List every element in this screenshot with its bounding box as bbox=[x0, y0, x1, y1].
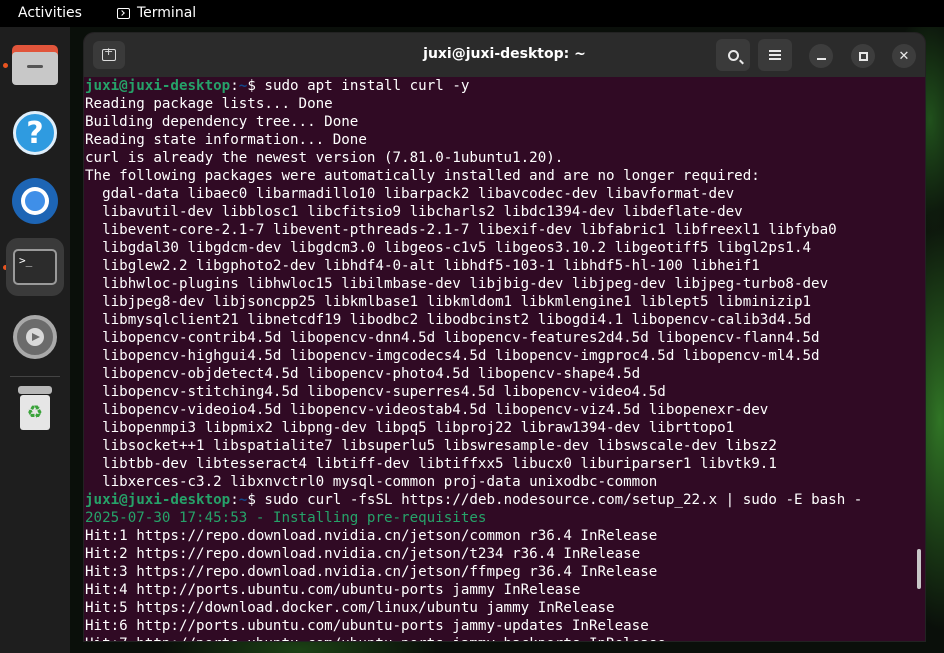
menu-button[interactable] bbox=[758, 39, 792, 71]
output-line: Hit:5 https://download.docker.com/linux/… bbox=[85, 600, 615, 616]
command-text: sudo curl -fsSL https://deb.nodesource.c… bbox=[264, 492, 863, 508]
output-line: libmysqlclient21 libnetcdf19 libodbc2 li… bbox=[85, 312, 812, 328]
terminal-icon bbox=[117, 7, 130, 19]
output-line: Hit:4 http://ports.ubuntu.com/ubuntu-por… bbox=[85, 582, 581, 598]
output-line: libgdal30 libgdcm-dev libgdcm3.0 libgeos… bbox=[85, 240, 812, 256]
close-icon: ✕ bbox=[898, 48, 910, 64]
prompt-separator: : bbox=[230, 492, 239, 508]
prompt-line: juxi@juxi-desktop:~$ sudo curl -fsSL htt… bbox=[85, 491, 910, 509]
output-line: libopencv-objdetect4.5d libopencv-photo4… bbox=[85, 366, 641, 382]
terminal-window: juxi@juxi-desktop: ~ ✕ juxi@juxi-desktop… bbox=[84, 33, 925, 641]
activities-button[interactable]: Activities bbox=[18, 5, 82, 21]
output-line: libopenmpi3 libpmix2 libpng-dev libpq5 l… bbox=[85, 420, 735, 436]
output-line: libsocket++1 libspatialite7 libsuperlu5 … bbox=[85, 438, 777, 454]
command-text: sudo apt install curl -y bbox=[264, 78, 470, 94]
minimize-button[interactable] bbox=[809, 44, 833, 68]
output-line: libxerces-c3.2 libxnvctrl0 mysql-common … bbox=[85, 474, 658, 490]
output-line: Hit:7 http://ports.ubuntu.com/ubuntu-por… bbox=[85, 635, 910, 641]
output-line: libopencv-videoio4.5d libopencv-videosta… bbox=[85, 402, 769, 418]
output-line: libtbb-dev libtesseract4 libtiff-dev lib… bbox=[85, 456, 777, 472]
output-line: Reading package lists... Done bbox=[85, 96, 333, 112]
dock: ? >_ ♻ bbox=[0, 27, 70, 653]
output-line: libevent-core-2.1-7 libevent-pthreads-2.… bbox=[85, 222, 837, 238]
output-line: Hit:2 https://repo.download.nvidia.cn/je… bbox=[85, 546, 641, 562]
output-line: libjpeg8-dev libjsoncpp25 libkmlbase1 li… bbox=[85, 294, 812, 310]
search-icon bbox=[727, 49, 739, 61]
trash-icon: ♻ bbox=[18, 386, 52, 430]
prompt-separator: : bbox=[230, 78, 239, 94]
dock-separator bbox=[10, 376, 60, 377]
output-line: libhwloc-plugins libhwloc15 libilmbase-d… bbox=[85, 276, 829, 292]
output-line: curl is already the newest version (7.81… bbox=[85, 150, 564, 166]
dock-item-terminal[interactable]: >_ bbox=[6, 238, 64, 296]
dock-item-files[interactable] bbox=[6, 36, 64, 94]
output-line: libglew2.2 libgphoto2-dev libhdf4-0-alt … bbox=[85, 258, 760, 274]
output-line: The following packages were automaticall… bbox=[85, 168, 760, 184]
output-line: Hit:3 https://repo.download.nvidia.cn/je… bbox=[85, 564, 658, 580]
terminal-output[interactable]: juxi@juxi-desktop:~$ sudo apt install cu… bbox=[85, 77, 910, 641]
terminal-glyph: >_ bbox=[19, 254, 33, 267]
output-line: libopencv-contrib4.5d libopencv-dnn4.5d … bbox=[85, 330, 820, 346]
chromium-icon bbox=[12, 178, 58, 224]
output-line: libavutil-dev libblosc1 libcfitsio9 libc… bbox=[85, 204, 743, 220]
prompt-user: juxi@juxi-desktop bbox=[85, 78, 231, 94]
prompt-user: juxi@juxi-desktop bbox=[85, 492, 231, 508]
terminal-icon: >_ bbox=[13, 249, 57, 285]
header-bar[interactable]: juxi@juxi-desktop: ~ ✕ bbox=[84, 33, 925, 77]
help-icon: ? bbox=[13, 111, 57, 155]
output-line: gdal-data libaec0 libarmadillo10 libarpa… bbox=[85, 186, 735, 202]
minimize-icon bbox=[816, 58, 826, 60]
app-menu-label: Terminal bbox=[137, 5, 197, 21]
app-menu[interactable]: Terminal bbox=[117, 5, 196, 21]
output-line: Hit:1 https://repo.download.nvidia.cn/je… bbox=[85, 528, 658, 544]
prompt-line: juxi@juxi-desktop:~$ sudo apt install cu… bbox=[85, 77, 910, 95]
dock-item-help[interactable]: ? bbox=[6, 104, 64, 162]
close-button[interactable]: ✕ bbox=[892, 44, 916, 68]
dock-item-settings[interactable] bbox=[6, 308, 64, 366]
search-button[interactable] bbox=[716, 39, 750, 71]
settings-icon bbox=[13, 315, 57, 359]
output-line: Reading state information... Done bbox=[85, 132, 367, 148]
prompt-symbol: $ bbox=[247, 492, 265, 508]
maximize-icon bbox=[858, 51, 868, 61]
hamburger-menu-icon bbox=[769, 50, 781, 60]
dock-item-chromium[interactable] bbox=[6, 172, 64, 230]
top-bar: Activities Terminal bbox=[0, 0, 944, 27]
prompt-symbol: $ bbox=[247, 78, 265, 94]
maximize-button[interactable] bbox=[851, 44, 875, 68]
output-line: Building dependency tree... Done bbox=[85, 114, 359, 130]
output-line: Hit:6 http://ports.ubuntu.com/ubuntu-por… bbox=[85, 618, 649, 634]
output-line: libopencv-highgui4.5d libopencv-imgcodec… bbox=[85, 348, 820, 364]
scrollbar[interactable] bbox=[917, 549, 921, 589]
output-line: 2025-07-30 17:45:53 - Installing pre-req… bbox=[85, 510, 487, 526]
dock-item-trash[interactable]: ♻ bbox=[6, 379, 64, 437]
files-icon bbox=[12, 45, 58, 85]
output-line: libopencv-stitching4.5d libopencv-superr… bbox=[85, 384, 666, 400]
window-title: juxi@juxi-desktop: ~ bbox=[423, 46, 586, 62]
